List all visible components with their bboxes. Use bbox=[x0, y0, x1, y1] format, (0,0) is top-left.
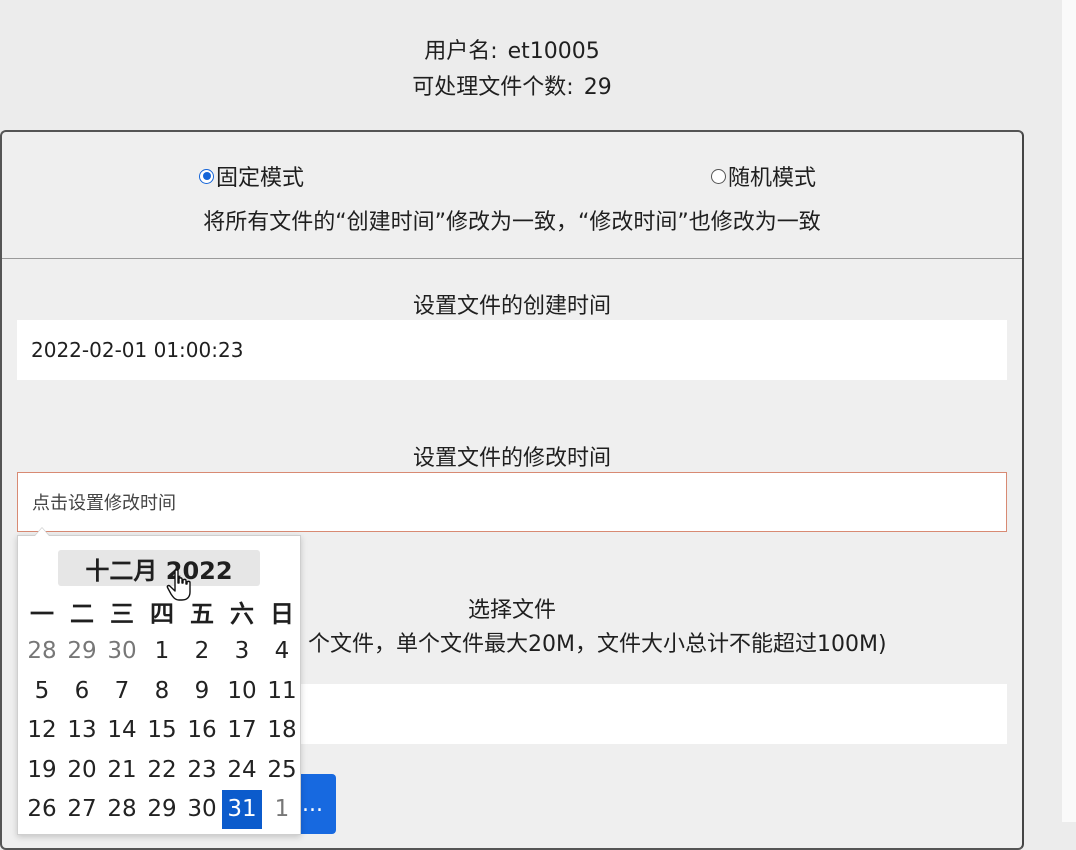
calendar-day[interactable]: 26 bbox=[22, 790, 62, 830]
calendar-grid: 一二三四五六日 28 29 30 1 2 3 4 5 6 7 8 9 10 11 12 13 14 15 16 17 18… bbox=[22, 592, 302, 829]
create-time-title: 设置文件的创建时间 bbox=[412, 294, 611, 319]
calendar-day[interactable]: 25 bbox=[262, 750, 302, 790]
calendar-day[interactable]: 27 bbox=[62, 790, 102, 830]
file-count-label: 可处理文件个数: bbox=[412, 75, 574, 100]
section-divider bbox=[2, 258, 1022, 259]
calendar-day[interactable]: 15 bbox=[142, 711, 182, 751]
calendar-day[interactable]: 14 bbox=[102, 711, 142, 751]
calendar-day[interactable]: 1 bbox=[142, 632, 182, 672]
calendar-day[interactable]: 3 bbox=[222, 632, 262, 672]
create-time-value: 2022-02-01 01:00:23 bbox=[31, 338, 244, 362]
calendar-day[interactable]: 20 bbox=[62, 750, 102, 790]
calendar-day[interactable]: 6 bbox=[62, 671, 102, 711]
create-time-input[interactable]: 2022-02-01 01:00:23 bbox=[17, 320, 1007, 380]
calendar-day[interactable]: 16 bbox=[182, 711, 222, 751]
page-scrollbar[interactable] bbox=[1062, 0, 1076, 822]
calendar-day-selected[interactable]: 31 bbox=[222, 789, 262, 829]
weekday-header: 三 bbox=[110, 600, 134, 629]
random-mode-radio[interactable]: 随机模式 bbox=[711, 160, 816, 192]
hand-cursor-icon bbox=[166, 569, 191, 601]
calendar-day[interactable]: 30 bbox=[102, 632, 142, 672]
calendar-day[interactable]: 21 bbox=[102, 750, 142, 790]
calendar-day[interactable]: 17 bbox=[222, 711, 262, 751]
calendar-day[interactable]: 28 bbox=[22, 632, 62, 672]
calendar-day[interactable]: 5 bbox=[22, 671, 62, 711]
calendar-day[interactable]: 2 bbox=[182, 632, 222, 672]
calendar-day[interactable]: 1 bbox=[262, 790, 302, 830]
weekday-header: 六 bbox=[230, 600, 254, 629]
mode-selector: 固定模式 随机模式 bbox=[2, 160, 1022, 194]
user-info-header: 用户名: et10005 可处理文件个数: 29 bbox=[0, 34, 1024, 106]
modify-time-title: 设置文件的修改时间 bbox=[412, 446, 611, 471]
calendar-day[interactable]: 28 bbox=[102, 790, 142, 830]
fixed-mode-label: 固定模式 bbox=[216, 166, 305, 191]
weekday-header: 二 bbox=[70, 600, 94, 629]
calendar-day[interactable]: 24 bbox=[222, 750, 262, 790]
mode-description: 将所有文件的“创建时间”修改为一致，“修改时间”也修改为一致 bbox=[203, 210, 821, 235]
file-size-hint: 个文件，单个文件最大20M，文件大小总计不能超过100M) bbox=[308, 632, 887, 657]
month-year-switch[interactable]: 十二月 2022 bbox=[58, 550, 260, 586]
radio-checked-icon bbox=[199, 168, 214, 184]
calendar-day[interactable]: 22 bbox=[142, 750, 182, 790]
file-count-value: 29 bbox=[583, 75, 612, 100]
calendar-day[interactable]: 10 bbox=[222, 671, 262, 711]
date-picker-popup: 十二月 2022 一二三四五六日 28 29 30 1 2 3 4 5 6 7 8 9 10 11 12 13 1… bbox=[17, 527, 302, 835]
calendar-day[interactable]: 13 bbox=[62, 711, 102, 751]
calendar-day[interactable]: 4 bbox=[262, 632, 302, 672]
calendar-day[interactable]: 29 bbox=[142, 790, 182, 830]
calendar-day[interactable]: 9 bbox=[182, 671, 222, 711]
modify-time-placeholder: 点击设置修改时间 bbox=[32, 493, 176, 514]
calendar-day[interactable]: 12 bbox=[22, 711, 62, 751]
radio-unchecked-icon bbox=[711, 168, 726, 184]
calendar-day[interactable]: 8 bbox=[142, 671, 182, 711]
weekday-header: 一 bbox=[30, 600, 54, 629]
calendar-day[interactable]: 23 bbox=[182, 750, 222, 790]
calendar-day[interactable]: 30 bbox=[182, 790, 222, 830]
random-mode-label: 随机模式 bbox=[728, 166, 817, 191]
username-value: et10005 bbox=[507, 39, 600, 64]
calendar-day[interactable]: 11 bbox=[262, 671, 302, 711]
modify-time-input[interactable]: 点击设置修改时间 bbox=[17, 472, 1007, 532]
fixed-mode-radio[interactable]: 固定模式 bbox=[199, 160, 304, 192]
calendar-day[interactable]: 29 bbox=[62, 632, 102, 672]
calendar-day[interactable]: 7 bbox=[102, 671, 142, 711]
calendar-day[interactable]: 19 bbox=[22, 750, 62, 790]
weekday-header: 日 bbox=[270, 600, 294, 629]
calendar-day[interactable]: 18 bbox=[262, 711, 302, 751]
username-label: 用户名: bbox=[424, 39, 498, 64]
username-line: 用户名: et10005 bbox=[0, 34, 1024, 70]
file-count-line: 可处理文件个数: 29 bbox=[0, 70, 1024, 106]
